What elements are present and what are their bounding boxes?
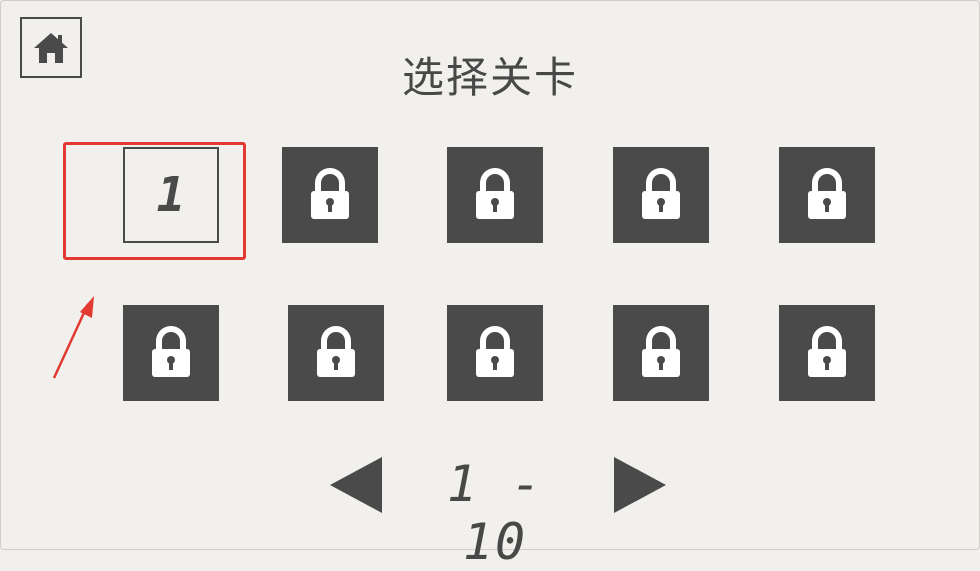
next-page-button[interactable] xyxy=(612,455,668,515)
lock-icon xyxy=(642,168,680,219)
triangle-left-icon xyxy=(330,457,382,513)
level-5-button[interactable] xyxy=(779,147,875,243)
prev-page-button[interactable] xyxy=(328,455,384,515)
level-3-button[interactable] xyxy=(447,147,543,243)
lock-icon xyxy=(808,326,846,377)
lock-icon xyxy=(476,168,514,219)
lock-icon xyxy=(311,168,349,219)
lock-icon xyxy=(476,326,514,377)
page-range-label: 1 - 10 xyxy=(446,455,544,571)
level-7-button[interactable] xyxy=(288,305,384,401)
lock-icon xyxy=(808,168,846,219)
annotation-highlight-box xyxy=(63,142,246,260)
level-6-button[interactable] xyxy=(123,305,219,401)
level-8-button[interactable] xyxy=(447,305,543,401)
page-title: 选择关卡 xyxy=(401,53,578,102)
level-10-button[interactable] xyxy=(779,305,875,401)
triangle-right-icon xyxy=(614,457,666,513)
annotation-arrow-icon xyxy=(52,296,94,379)
lock-icon xyxy=(317,326,355,377)
level-2-button[interactable] xyxy=(282,147,378,243)
level-4-button[interactable] xyxy=(613,147,709,243)
lock-icon xyxy=(642,326,680,377)
lock-icon xyxy=(152,326,190,377)
level-9-button[interactable] xyxy=(613,305,709,401)
